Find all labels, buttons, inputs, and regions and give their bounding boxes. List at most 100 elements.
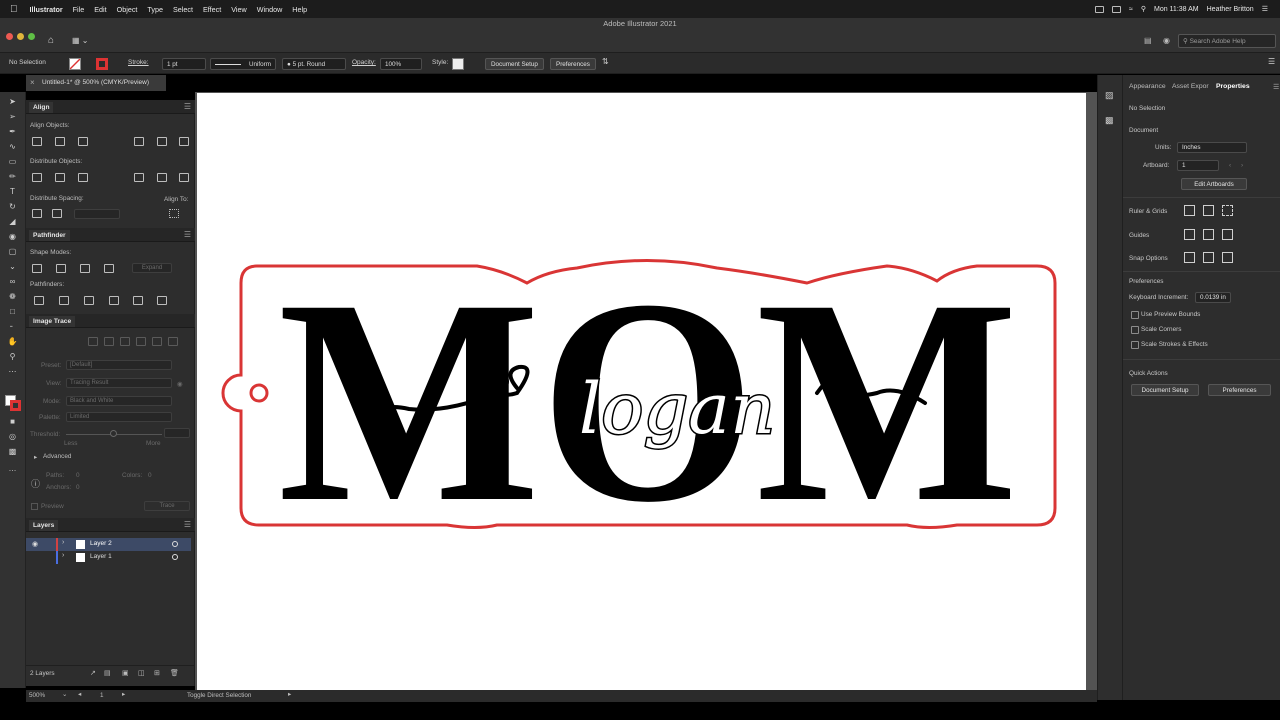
selection-tool-icon[interactable]: ➤ <box>7 97 18 106</box>
scale-corners-checkbox[interactable] <box>1131 326 1139 334</box>
horizontal-distribute-right-icon[interactable] <box>179 173 189 182</box>
keyboard-increment-field[interactable]: 0.0139 in <box>1195 292 1231 303</box>
unite-icon[interactable] <box>32 264 42 273</box>
expand-layer-icon[interactable]: › <box>62 539 64 546</box>
preset-select[interactable]: [Default] <box>66 360 172 370</box>
align-panel-menu-icon[interactable]: ☰ <box>184 102 191 111</box>
opacity-label[interactable]: Opacity: <box>352 59 376 66</box>
artboard-tool-icon[interactable]: □ <box>7 307 18 316</box>
rotate-tool-icon[interactable]: ↻ <box>7 202 18 211</box>
menu-app[interactable]: Illustrator <box>30 5 63 14</box>
zoom-dropdown-icon[interactable]: ⌄ <box>62 691 67 698</box>
horizontal-distribute-left-icon[interactable] <box>134 173 144 182</box>
user-name[interactable]: Heather Britton <box>1207 6 1254 13</box>
clock-text[interactable]: Mon 11:38 AM <box>1154 6 1199 13</box>
smart-guides-icon[interactable] <box>1222 229 1233 240</box>
horizontal-align-center-icon[interactable] <box>55 137 65 146</box>
units-select[interactable]: Inches <box>1177 142 1247 153</box>
type-tool-icon[interactable]: T <box>7 187 18 196</box>
hang-hole-circle[interactable] <box>249 383 269 403</box>
snap-to-glyph-icon[interactable] <box>1222 252 1233 263</box>
battery-icon[interactable] <box>1112 5 1122 13</box>
exclude-icon[interactable] <box>104 264 114 273</box>
use-preview-bounds-checkbox[interactable] <box>1131 311 1139 319</box>
view-eye-icon[interactable]: ◉ <box>177 380 183 388</box>
image-trace-panel-tab[interactable]: Image Trace <box>29 316 76 327</box>
spacing-value-field[interactable] <box>74 209 120 219</box>
show-guides-icon[interactable] <box>1184 229 1195 240</box>
low-color-icon[interactable] <box>120 337 130 346</box>
ruler-icon[interactable] <box>1184 205 1195 216</box>
vertical-distribute-space-icon[interactable] <box>32 209 42 218</box>
next-artboard-icon[interactable]: ▸ <box>122 691 125 698</box>
document-tab[interactable]: Untitled-1* @ 500% (CMYK/Preview) <box>26 75 166 91</box>
outline-mode-icon[interactable] <box>168 337 178 346</box>
quick-preferences-button[interactable]: Preferences <box>1208 384 1271 396</box>
expand-button[interactable]: Expand <box>132 263 172 273</box>
document-setup-button[interactable]: Document Setup <box>485 58 544 70</box>
grid-icon[interactable] <box>1203 205 1214 216</box>
horizontal-align-right-icon[interactable] <box>78 137 88 146</box>
lightbulb-icon[interactable]: ◉ <box>1163 36 1170 45</box>
align-to-selection-icon[interactable] <box>169 209 179 218</box>
more-tools-icon[interactable]: … <box>7 464 18 473</box>
status-menu-icon[interactable]: ▸ <box>288 691 291 698</box>
fill-swatch[interactable] <box>69 58 81 70</box>
clipping-mask-icon[interactable]: ▣ <box>122 669 129 677</box>
eraser-tool-icon[interactable]: ◢ <box>7 217 18 226</box>
divide-icon[interactable] <box>34 296 44 305</box>
palette-select[interactable]: Limited <box>66 412 172 422</box>
snap-to-pixel-icon[interactable] <box>1203 252 1214 263</box>
new-layer-icon[interactable]: ⊞ <box>154 669 160 677</box>
visibility-eye-icon[interactable]: ◉ <box>32 540 38 548</box>
opacity-field[interactable]: 100% <box>380 58 422 70</box>
close-tab-icon[interactable]: × <box>30 78 35 87</box>
libraries-panel-icon[interactable]: ▩ <box>1105 115 1114 126</box>
artboard-number[interactable]: 1 <box>100 692 104 699</box>
menu-help[interactable]: Help <box>292 5 307 14</box>
blend-tool-icon[interactable]: ∞ <box>7 277 18 286</box>
stroke-weight-field[interactable]: 1 pt <box>162 58 206 70</box>
logan-script-text[interactable]: logan <box>577 367 776 452</box>
menu-type[interactable]: Type <box>147 5 163 14</box>
minus-back-icon[interactable] <box>157 296 167 305</box>
vertical-distribute-top-icon[interactable] <box>32 173 42 182</box>
layer-row[interactable]: › Layer 1 <box>26 551 191 564</box>
transparency-grid-icon[interactable] <box>1222 205 1233 216</box>
minus-front-icon[interactable] <box>56 264 66 273</box>
intersect-icon[interactable] <box>80 264 90 273</box>
screen-icon[interactable] <box>1095 5 1105 13</box>
pathfinder-panel-tab[interactable]: Pathfinder <box>29 230 70 241</box>
advanced-toggle-icon[interactable]: ▸ <box>34 453 37 461</box>
expand-layer-icon[interactable]: › <box>62 552 64 559</box>
symbol-sprayer-icon[interactable]: ❁ <box>7 292 18 301</box>
snap-to-point-icon[interactable] <box>1184 252 1195 263</box>
view-select[interactable]: Tracing Result <box>66 378 172 388</box>
prev-artboard-arrow[interactable]: ‹ <box>1229 162 1231 169</box>
trim-icon[interactable] <box>59 296 69 305</box>
properties-panel-icon[interactable]: ▨ <box>1105 90 1114 101</box>
search-help-input[interactable]: ⚲ Search Adobe Help <box>1178 34 1276 48</box>
curvature-tool-icon[interactable]: ∿ <box>7 142 18 151</box>
scale-strokes-checkbox[interactable] <box>1131 341 1139 349</box>
edit-artboards-button[interactable]: Edit Artboards <box>1181 178 1247 190</box>
advanced-label[interactable]: Advanced <box>43 453 71 460</box>
arrange-icon[interactable]: ⇅ <box>602 57 609 66</box>
workspace-switcher-icon[interactable]: ▦ ⌄ <box>72 36 88 45</box>
preview-checkbox[interactable] <box>31 503 38 510</box>
horizontal-distribute-center-icon[interactable] <box>157 173 167 182</box>
brush-definition[interactable]: ● 5 pt. Round <box>282 58 346 70</box>
pathfinder-panel-menu-icon[interactable]: ☰ <box>184 230 191 239</box>
preferences-button[interactable]: Preferences <box>550 58 596 70</box>
quick-document-setup-button[interactable]: Document Setup <box>1131 384 1199 396</box>
close-window-button[interactable] <box>6 33 13 40</box>
vertical-align-top-icon[interactable] <box>134 137 144 146</box>
trace-button[interactable]: Trace <box>144 501 190 511</box>
menu-file[interactable]: File <box>73 5 85 14</box>
prev-artboard-icon[interactable]: ◂ <box>78 691 81 698</box>
draw-mode-icon[interactable]: ◎ <box>7 432 18 441</box>
locate-object-icon[interactable]: ↗ <box>90 669 96 677</box>
horizontal-align-left-icon[interactable] <box>32 137 42 146</box>
search-icon[interactable]: ⚲ <box>1141 5 1146 13</box>
outline-icon[interactable] <box>133 296 143 305</box>
